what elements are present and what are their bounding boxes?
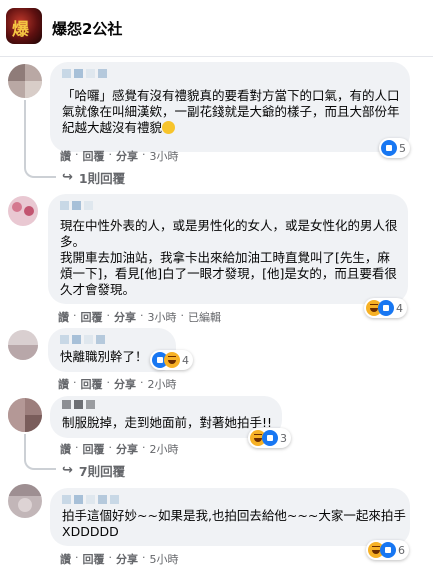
comment-actions: 讚 · 回覆 · 分享 · 5小時 xyxy=(60,551,179,567)
commenter-name-blurred[interactable] xyxy=(60,335,105,347)
thread-line xyxy=(24,434,56,470)
separator: · xyxy=(73,376,77,389)
reply-arrow-icon: ↪ xyxy=(62,463,73,478)
timestamp[interactable]: 3小時 xyxy=(148,309,177,325)
reply-button[interactable]: 回覆 xyxy=(81,376,103,392)
comment-text: 現在中性外表的人，或是男性化的女人，或是女性化的男人很多。 我開車去加油站，我拿… xyxy=(60,218,398,297)
view-replies-link[interactable]: ↪ 1則回覆 xyxy=(62,168,125,187)
reaction-summary[interactable]: 4 xyxy=(150,350,193,370)
separator: · xyxy=(106,309,111,322)
like-reaction-icon xyxy=(262,430,278,446)
reaction-summary[interactable]: 4 xyxy=(364,298,407,318)
view-replies-link[interactable]: ↪ 7則回覆 xyxy=(62,461,125,480)
reply-arrow-icon: ↪ xyxy=(62,170,73,185)
edited-label[interactable]: 已編輯 xyxy=(188,309,221,325)
avatar[interactable] xyxy=(8,196,38,226)
like-button[interactable]: 讚 xyxy=(60,551,71,567)
separator: · xyxy=(142,441,146,454)
commenter-name-blurred[interactable] xyxy=(60,201,93,213)
like-button[interactable]: 讚 xyxy=(60,441,71,457)
comment-text: 拍手這個好妙~~如果是我,也拍回去給他~~~大家一起來拍手 XDDDDD xyxy=(62,508,406,539)
share-button[interactable]: 分享 xyxy=(114,309,136,325)
haha-reaction-icon xyxy=(164,352,180,368)
reply-button[interactable]: 回覆 xyxy=(83,441,105,457)
reaction-count: 5 xyxy=(399,141,406,155)
reaction-summary[interactable]: 5 xyxy=(379,138,410,158)
timestamp[interactable]: 2小時 xyxy=(148,376,177,392)
separator: · xyxy=(140,309,144,322)
reaction-count: 3 xyxy=(280,431,287,445)
like-reaction-icon xyxy=(380,542,396,558)
reply-button[interactable]: 回覆 xyxy=(81,309,103,325)
separator: · xyxy=(142,551,146,564)
separator: · xyxy=(75,148,79,161)
comment-actions: 讚 · 回覆 · 分享 · 3小時 xyxy=(60,148,179,164)
thread-line xyxy=(24,100,56,178)
timestamp[interactable]: 3小時 xyxy=(150,148,179,164)
reaction-count: 6 xyxy=(398,543,405,557)
comment-text-content: 「哈囉」感覺有沒有禮貌真的要看對方當下的口氣，有的人口氣就像在叫細漢欸，一副花錢… xyxy=(62,88,400,135)
reaction-count: 4 xyxy=(396,301,403,315)
like-button[interactable]: 讚 xyxy=(60,148,71,164)
reaction-summary[interactable]: 6 xyxy=(366,540,409,560)
reply-button[interactable]: 回覆 xyxy=(83,148,105,164)
commenter-name-blurred[interactable] xyxy=(62,400,95,412)
separator: · xyxy=(108,148,113,161)
comment-bubble: 現在中性外表的人，或是男性化的女人，或是女性化的男人很多。 我開車去加油站，我拿… xyxy=(48,194,408,304)
separator: · xyxy=(73,309,77,322)
comment-text: 「哈囉」感覺有沒有禮貌真的要看對方當下的口氣，有的人口氣就像在叫細漢欸，一副花錢… xyxy=(62,88,402,136)
separator: · xyxy=(108,441,113,454)
share-button[interactable]: 分享 xyxy=(116,441,138,457)
share-button[interactable]: 分享 xyxy=(116,148,138,164)
replies-count-label: 7則回覆 xyxy=(78,464,126,479)
like-reaction-icon xyxy=(381,140,397,156)
avatar[interactable] xyxy=(8,64,42,98)
commenter-name-blurred[interactable] xyxy=(62,495,119,507)
like-reaction-icon xyxy=(378,300,394,316)
comment-bubble: 拍手這個好妙~~如果是我,也拍回去給他~~~大家一起來拍手 XDDDDD xyxy=(50,488,410,546)
group-name[interactable]: 爆怨2公社 xyxy=(52,18,122,39)
separator: · xyxy=(142,148,146,161)
separator: · xyxy=(108,551,113,564)
share-button[interactable]: 分享 xyxy=(114,376,136,392)
avatar[interactable] xyxy=(8,484,42,518)
separator: · xyxy=(75,551,79,564)
comment-actions: 讚 · 回覆 · 分享 · 3小時 · 已編輯 xyxy=(58,309,221,325)
comment-bubble: 「哈囉」感覺有沒有禮貌真的要看對方當下的口氣，有的人口氣就像在叫細漢欸，一副花錢… xyxy=(50,62,410,152)
group-logo-text: 爆怨 xyxy=(12,20,29,40)
group-logo[interactable]: 爆怨 xyxy=(6,8,42,44)
comment-actions: 讚 · 回覆 · 分享 · 2小時 xyxy=(58,376,177,392)
reaction-count: 4 xyxy=(182,353,189,367)
group-header: 爆怨 爆怨2公社 xyxy=(0,0,433,57)
share-button[interactable]: 分享 xyxy=(116,551,138,567)
separator: · xyxy=(106,376,111,389)
reaction-summary[interactable]: 3 xyxy=(248,428,291,448)
comment-actions: 讚 · 回覆 · 分享 · 2小時 xyxy=(60,441,179,457)
comment-bubble: 制服脫掉，走到她面前，對著她拍手!! xyxy=(50,396,282,438)
reply-button[interactable]: 回覆 xyxy=(83,551,105,567)
replies-count-label: 1則回覆 xyxy=(78,171,126,186)
avatar[interactable] xyxy=(8,330,38,360)
like-button[interactable]: 讚 xyxy=(58,376,69,392)
like-button[interactable]: 讚 xyxy=(58,309,69,325)
separator: · xyxy=(180,309,185,322)
timestamp[interactable]: 5小時 xyxy=(150,551,179,567)
commenter-name-blurred[interactable] xyxy=(62,69,107,81)
separator: · xyxy=(75,441,79,454)
timestamp[interactable]: 2小時 xyxy=(150,441,179,457)
separator: · xyxy=(140,376,144,389)
avatar[interactable] xyxy=(8,398,42,432)
smile-emoji-icon xyxy=(162,121,176,134)
